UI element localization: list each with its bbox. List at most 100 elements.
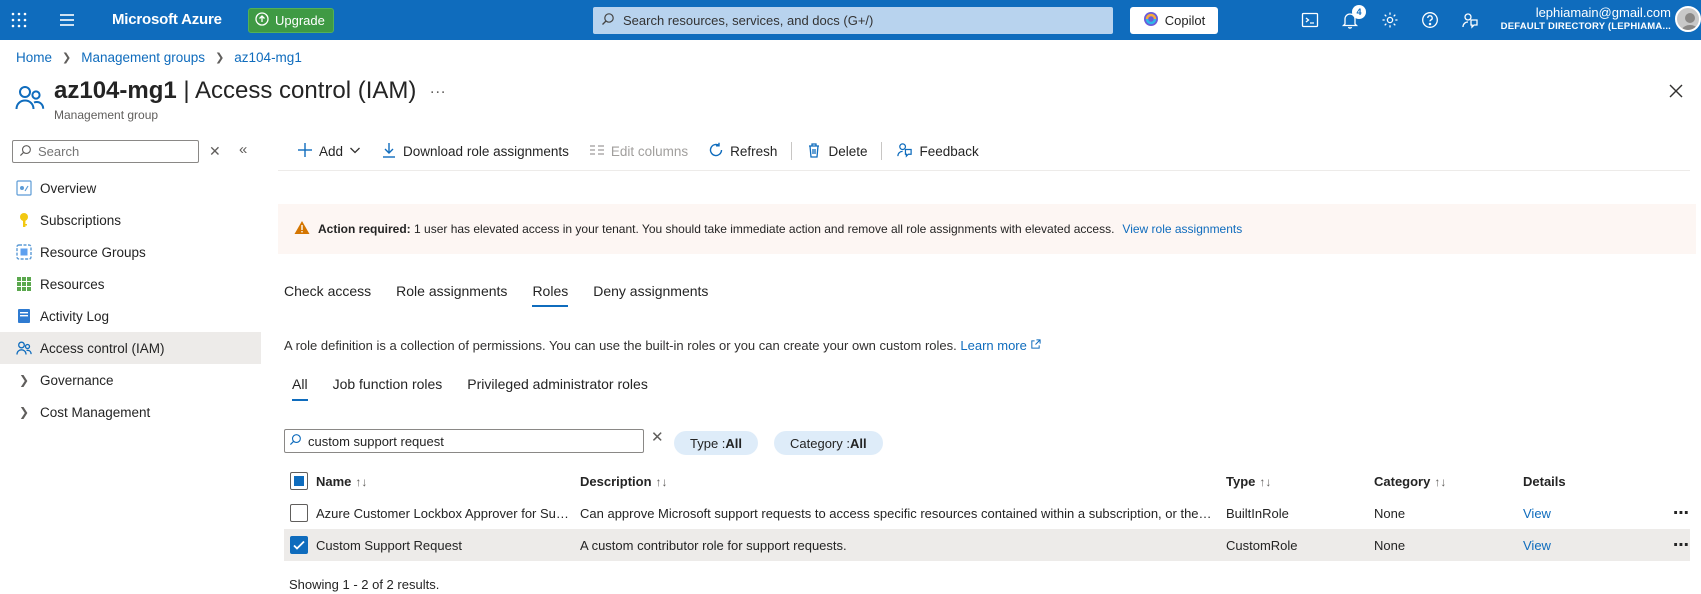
delete-button[interactable]: Delete	[796, 140, 877, 162]
toolbar-divider-line	[278, 170, 1690, 171]
feedback-icon[interactable]	[1460, 10, 1480, 30]
sidebar-item-governance[interactable]: ❯ Governance	[0, 364, 261, 396]
select-all-checkbox[interactable]	[290, 472, 308, 490]
role-type-tabs: All Job function roles Privileged admini…	[292, 376, 648, 401]
account-directory: DEFAULT DIRECTORY (LEPHIAMA...	[1500, 20, 1671, 32]
sidebar-search-field[interactable]	[38, 144, 188, 159]
sidebar-item-label: Overview	[40, 180, 97, 196]
copilot-icon	[1143, 11, 1159, 30]
row-more-options-icon[interactable]: ⋯	[1673, 535, 1690, 555]
subtab-all[interactable]: All	[292, 376, 308, 401]
collapse-sidebar-icon[interactable]: «	[239, 141, 247, 158]
breadcrumb-home[interactable]: Home	[16, 50, 52, 65]
sort-icon: ↑↓	[355, 474, 368, 489]
feedback-person-icon	[896, 141, 913, 161]
clear-filter-icon[interactable]: ✕	[651, 428, 664, 446]
cloud-shell-icon[interactable]	[1300, 10, 1320, 30]
chevron-right-icon: ❯	[18, 373, 30, 387]
tab-deny-assignments[interactable]: Deny assignments	[593, 283, 708, 307]
sidebar-item-access-control[interactable]: Access control (IAM)	[0, 332, 261, 364]
column-header-type[interactable]: Type ↑↓	[1226, 474, 1271, 489]
table-header-row: Name ↑↓ Description ↑↓ Type ↑↓ Category ↑↓ D…	[284, 465, 1690, 497]
table-row[interactable]: Custom Support Request A custom contribu…	[284, 529, 1690, 561]
command-bar: Add Download role assignments Edit colum…	[287, 140, 989, 162]
sidebar-item-resources[interactable]: Resources	[0, 268, 261, 300]
avatar[interactable]	[1675, 6, 1701, 32]
sidebar-item-label: Resource Groups	[40, 244, 146, 260]
role-category: None	[1374, 505, 1406, 521]
sidebar-item-subscriptions[interactable]: Subscriptions	[0, 204, 261, 236]
download-role-assignments-button[interactable]: Download role assignments	[371, 140, 579, 162]
refresh-button[interactable]: Refresh	[698, 140, 787, 162]
people-icon	[16, 340, 32, 356]
category-filter-pill[interactable]: Category : All	[774, 431, 883, 455]
learn-more-link[interactable]: Learn more	[960, 338, 1042, 353]
global-search-input[interactable]: Search resources, services, and docs (G+…	[593, 7, 1113, 34]
activity-log-icon	[16, 308, 32, 324]
row-more-options-icon[interactable]: ⋯	[1673, 503, 1690, 523]
role-name[interactable]: Azure Customer Lockbox Approver for Sub.…	[316, 506, 571, 521]
role-search-input[interactable]	[284, 429, 644, 453]
row-checkbox[interactable]	[290, 504, 308, 522]
role-search-field[interactable]	[308, 433, 628, 449]
copilot-label: Copilot	[1164, 13, 1206, 28]
toolbar-divider	[881, 142, 883, 160]
column-header-name[interactable]: Name ↑↓	[316, 474, 367, 489]
edit-columns-button[interactable]: Edit columns	[579, 140, 698, 162]
sidebar-item-label: Subscriptions	[40, 212, 122, 228]
subtab-privileged-administrator-roles[interactable]: Privileged administrator roles	[467, 376, 648, 401]
tab-check-access[interactable]: Check access	[284, 283, 371, 307]
breadcrumb-management-groups[interactable]: Management groups	[81, 50, 205, 65]
page-title: az104-mg1 | Access control (IAM)	[54, 77, 417, 104]
view-role-assignments-link[interactable]: View role assignments	[1122, 222, 1242, 236]
roles-description: A role definition is a collection of per…	[284, 338, 1042, 353]
menu-icon[interactable]	[58, 11, 76, 29]
overview-icon	[16, 180, 32, 196]
view-details-link[interactable]: View	[1523, 538, 1551, 553]
tab-role-assignments[interactable]: Role assignments	[396, 283, 507, 307]
subtab-job-function-roles[interactable]: Job function roles	[333, 376, 443, 401]
sidebar-item-cost-management[interactable]: ❯ Cost Management	[0, 396, 261, 428]
warning-text: Action required: 1 user has elevated acc…	[318, 222, 1115, 236]
role-name[interactable]: Custom Support Request	[316, 538, 571, 553]
row-checkbox[interactable]	[290, 536, 308, 554]
role-description: A custom contributor role for support re…	[580, 537, 847, 553]
type-filter-pill[interactable]: Type : All	[674, 431, 759, 455]
search-icon	[19, 144, 32, 160]
help-icon[interactable]	[1420, 10, 1440, 30]
key-icon	[16, 212, 32, 228]
breadcrumb-current[interactable]: az104-mg1	[234, 50, 302, 65]
close-icon[interactable]	[1667, 82, 1685, 100]
upgrade-button[interactable]: Upgrade	[248, 8, 334, 33]
upgrade-icon	[255, 12, 269, 29]
columns-icon	[589, 142, 605, 161]
more-options-icon[interactable]: ...	[430, 80, 446, 98]
sidebar-item-overview[interactable]: Overview	[0, 172, 261, 204]
breadcrumb-separator-icon: ❯	[215, 52, 225, 64]
app-launcher-icon[interactable]	[10, 11, 28, 29]
clear-search-icon[interactable]: ✕	[209, 143, 221, 160]
table-row[interactable]: Azure Customer Lockbox Approver for Sub.…	[284, 497, 1690, 529]
settings-gear-icon[interactable]	[1380, 10, 1400, 30]
external-link-icon	[1031, 339, 1042, 349]
breadcrumb-separator-icon: ❯	[62, 52, 72, 64]
sidebar-item-label: Cost Management	[40, 404, 151, 420]
sidebar-search-input[interactable]	[12, 140, 199, 163]
chevron-down-icon	[349, 144, 361, 159]
download-label: Download role assignments	[403, 143, 569, 159]
global-search-placeholder: Search resources, services, and docs (G+…	[623, 13, 874, 28]
brand-title[interactable]: Microsoft Azure	[112, 11, 222, 28]
copilot-button[interactable]: Copilot	[1130, 7, 1218, 34]
column-header-category[interactable]: Category ↑↓	[1374, 474, 1446, 489]
column-header-description[interactable]: Description ↑↓	[580, 474, 668, 489]
sidebar-item-activity-log[interactable]: Activity Log	[0, 300, 261, 332]
view-details-link[interactable]: View	[1523, 506, 1551, 521]
account-menu[interactable]: lephiamain@gmail.com DEFAULT DIRECTORY (…	[1501, 5, 1671, 32]
tab-roles[interactable]: Roles	[532, 283, 568, 307]
role-type: CustomRole	[1226, 537, 1298, 553]
sidebar-item-resource-groups[interactable]: Resource Groups	[0, 236, 261, 268]
feedback-button[interactable]: Feedback	[886, 140, 988, 162]
sidebar-item-label: Resources	[40, 276, 105, 292]
results-count: Showing 1 - 2 of 2 results.	[289, 577, 440, 592]
add-button[interactable]: Add	[287, 140, 371, 162]
